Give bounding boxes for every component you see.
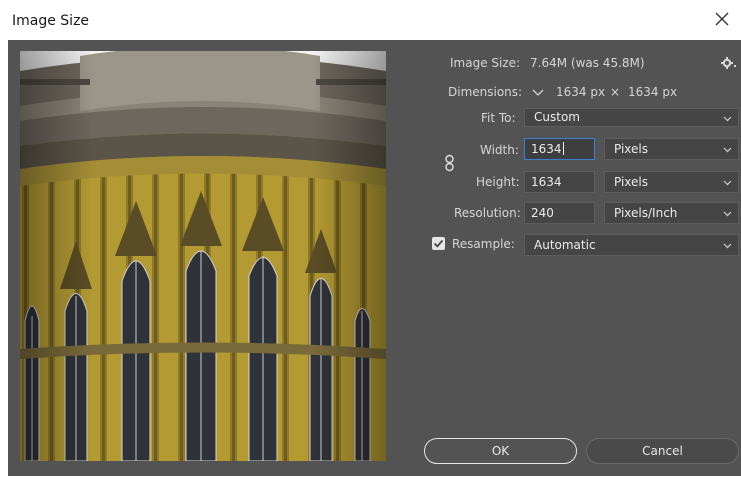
resample-method-value: Automatic bbox=[534, 238, 596, 252]
image-preview[interactable] bbox=[20, 51, 386, 461]
height-label: Height: bbox=[476, 175, 520, 189]
image-size-label: Image Size: bbox=[450, 56, 521, 70]
chevron-down-icon bbox=[723, 211, 732, 217]
chevron-down-icon bbox=[723, 116, 732, 122]
fit-to-label: Fit To: bbox=[481, 111, 516, 125]
chevron-down-icon bbox=[723, 147, 732, 153]
fit-to-select[interactable]: Custom bbox=[524, 108, 739, 127]
width-input[interactable]: 1634 bbox=[524, 138, 595, 160]
width-unit-value: Pixels bbox=[614, 142, 649, 156]
title-bar: Image Size bbox=[0, 0, 741, 40]
height-unit-select[interactable]: Pixels bbox=[604, 171, 739, 193]
dialog-title: Image Size bbox=[12, 13, 90, 29]
cancel-button[interactable]: Cancel bbox=[586, 438, 739, 464]
resolution-unit-value: Pixels/Inch bbox=[614, 206, 678, 220]
resolution-unit-select[interactable]: Pixels/Inch bbox=[604, 202, 739, 224]
dimensions-label: Dimensions: bbox=[448, 85, 523, 99]
dimensions-unit-chevron-icon[interactable] bbox=[531, 86, 545, 100]
height-unit-value: Pixels bbox=[614, 175, 649, 189]
close-icon[interactable] bbox=[711, 8, 733, 30]
image-size-value: 7.64M (was 45.8M) bbox=[530, 56, 645, 70]
width-label: Width: bbox=[480, 143, 519, 157]
ok-button[interactable]: OK bbox=[424, 438, 577, 464]
link-constrain-icon[interactable] bbox=[444, 154, 456, 172]
resolution-value: 240 bbox=[531, 206, 554, 220]
dimensions-times-sign: × bbox=[610, 85, 621, 99]
fit-to-value: Custom bbox=[534, 110, 580, 124]
checkmark-icon bbox=[433, 239, 444, 248]
chevron-down-icon bbox=[723, 180, 732, 186]
text-caret bbox=[562, 142, 564, 155]
resolution-label: Resolution: bbox=[454, 206, 521, 220]
resample-label: Resample: bbox=[452, 237, 515, 251]
resample-checkbox[interactable] bbox=[432, 237, 445, 250]
preview-photo bbox=[20, 51, 386, 461]
width-unit-select[interactable]: Pixels bbox=[604, 138, 739, 160]
chevron-down-icon bbox=[723, 243, 732, 249]
settings-gear-icon[interactable] bbox=[720, 55, 736, 71]
height-input[interactable]: 1634 bbox=[524, 171, 595, 193]
resolution-input[interactable]: 240 bbox=[524, 202, 595, 224]
dimensions-width-value: 1634 px bbox=[556, 85, 606, 99]
resample-method-select[interactable]: Automatic bbox=[524, 234, 739, 256]
dimensions-height-value: 1634 px bbox=[628, 85, 678, 99]
height-value: 1634 bbox=[531, 175, 562, 189]
width-value: 1634 bbox=[531, 142, 562, 156]
